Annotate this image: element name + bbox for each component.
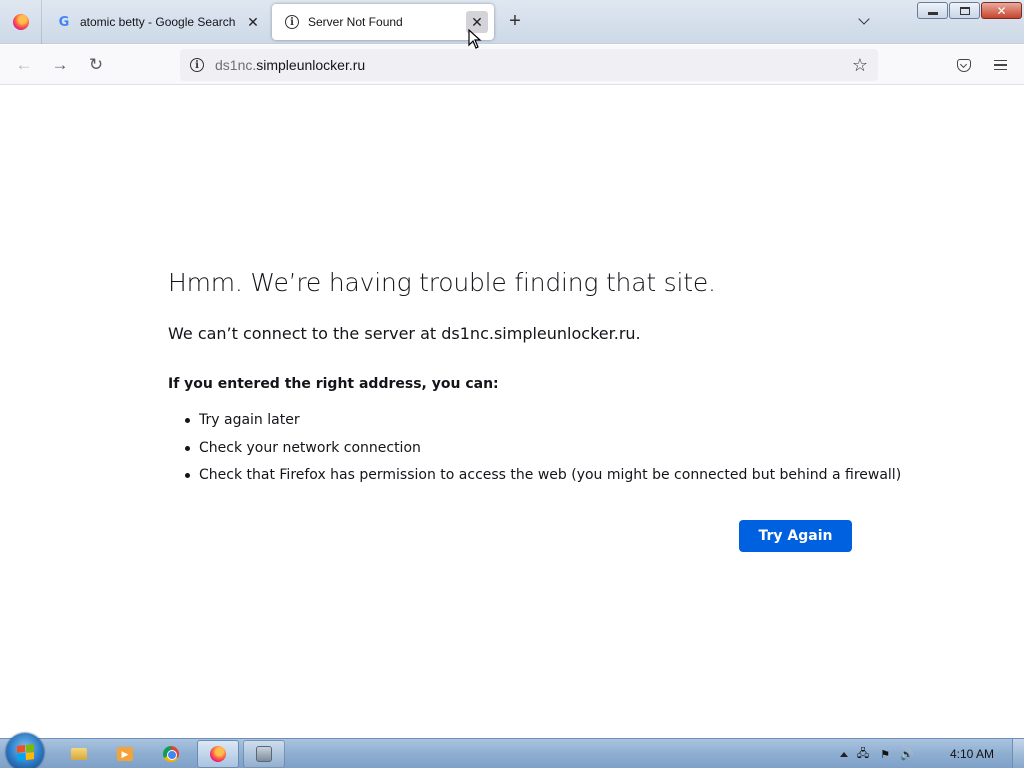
close-icon: ✕: [996, 3, 1007, 18]
start-button[interactable]: [6, 733, 44, 768]
taskbar-app[interactable]: [243, 740, 285, 768]
error-suggestions-heading: If you entered the right address, you ca…: [168, 376, 499, 392]
site-info-icon[interactable]: i: [190, 58, 204, 72]
window-controls: ✕: [917, 2, 1022, 19]
close-window-button[interactable]: ✕: [981, 2, 1022, 19]
reload-icon: ↻: [88, 55, 104, 74]
pocket-button[interactable]: [950, 51, 978, 79]
error-suggestions-list: Try again later Check your network conne…: [185, 410, 901, 493]
show-desktop-button[interactable]: [1012, 739, 1024, 768]
close-icon: ✕: [471, 13, 483, 30]
system-tray: 🖧 ⚑ 🔊: [840, 739, 914, 768]
bookmark-star-button[interactable]: ☆: [848, 53, 872, 77]
tab-google-search[interactable]: G atomic betty - Google Search ✕: [44, 4, 270, 40]
taskbar-media-player[interactable]: ▶: [104, 740, 146, 768]
app-menu-button[interactable]: [986, 51, 1014, 79]
forward-arrow-icon: →: [51, 55, 69, 74]
url-bar[interactable]: i ds1nc.simpleunlocker.ru ☆: [180, 49, 878, 81]
firefox-view-button[interactable]: [0, 0, 42, 44]
hamburger-icon: [993, 59, 1007, 62]
windows-explorer-icon: [71, 748, 87, 760]
close-tab-button[interactable]: ✕: [242, 11, 264, 33]
list-item: Check your network connection: [185, 438, 901, 466]
new-tab-button[interactable]: +: [504, 10, 526, 32]
list-all-tabs-button[interactable]: [852, 10, 876, 32]
back-button[interactable]: ←: [10, 51, 38, 79]
error-description: We can’t connect to the server at ds1nc.…: [168, 324, 641, 343]
google-g-icon: G: [58, 14, 70, 30]
taskbar-chrome[interactable]: [150, 740, 192, 768]
star-icon: ☆: [851, 54, 869, 75]
restore-button[interactable]: [949, 2, 980, 19]
firefox-icon: [210, 746, 226, 762]
minimize-button[interactable]: [917, 2, 948, 19]
tab-strip: G atomic betty - Google Search ✕ i Serve…: [0, 0, 1024, 44]
taskbar-windows-explorer[interactable]: [58, 740, 100, 768]
action-center-icon[interactable]: ⚑: [878, 747, 892, 761]
error-page: Hmm. We’re having trouble finding that s…: [0, 86, 1024, 738]
tab-server-not-found[interactable]: i Server Not Found ✕: [272, 4, 494, 40]
windows-logo-icon: [16, 743, 34, 761]
url-text[interactable]: ds1nc.simpleunlocker.ru: [215, 57, 365, 73]
taskbar: ▶ 🖧 ⚑ 🔊 4:10 AM: [0, 733, 1024, 768]
restore-icon: [959, 6, 970, 15]
network-icon[interactable]: 🖧: [856, 747, 870, 761]
url-subdomain: ds1nc.: [215, 57, 257, 73]
taskbar-firefox[interactable]: [197, 740, 239, 768]
info-icon: i: [284, 14, 300, 30]
mouse-cursor-icon: [468, 29, 482, 49]
show-hidden-icons-button[interactable]: [840, 751, 848, 757]
chrome-icon: [163, 746, 179, 762]
error-title: Hmm. We’re having trouble finding that s…: [168, 268, 716, 297]
firefox-icon: [12, 14, 29, 30]
pocket-icon: [957, 58, 971, 72]
tab-title: atomic betty - Google Search: [80, 15, 236, 29]
forward-button[interactable]: →: [46, 51, 74, 79]
close-icon: ✕: [247, 13, 259, 30]
chevron-down-icon: [858, 13, 870, 25]
app-icon: [256, 746, 272, 762]
minimize-icon: [927, 11, 938, 15]
list-item: Try again later: [185, 410, 901, 438]
url-domain: simpleunlocker.ru: [256, 57, 366, 73]
reload-button[interactable]: ↻: [82, 51, 110, 79]
media-player-icon: ▶: [117, 747, 133, 761]
tab-title: Server Not Found: [308, 15, 403, 29]
list-item: Check that Firefox has permission to acc…: [185, 465, 901, 493]
navigation-toolbar: ← → ↻ i ds1nc.simpleunlocker.ru ☆: [0, 45, 1024, 85]
plus-icon: +: [509, 9, 521, 32]
try-again-button[interactable]: Try Again: [739, 520, 852, 552]
back-arrow-icon: ←: [15, 55, 33, 74]
volume-icon[interactable]: 🔊: [900, 747, 914, 761]
taskbar-clock[interactable]: 4:10 AM: [950, 747, 994, 761]
